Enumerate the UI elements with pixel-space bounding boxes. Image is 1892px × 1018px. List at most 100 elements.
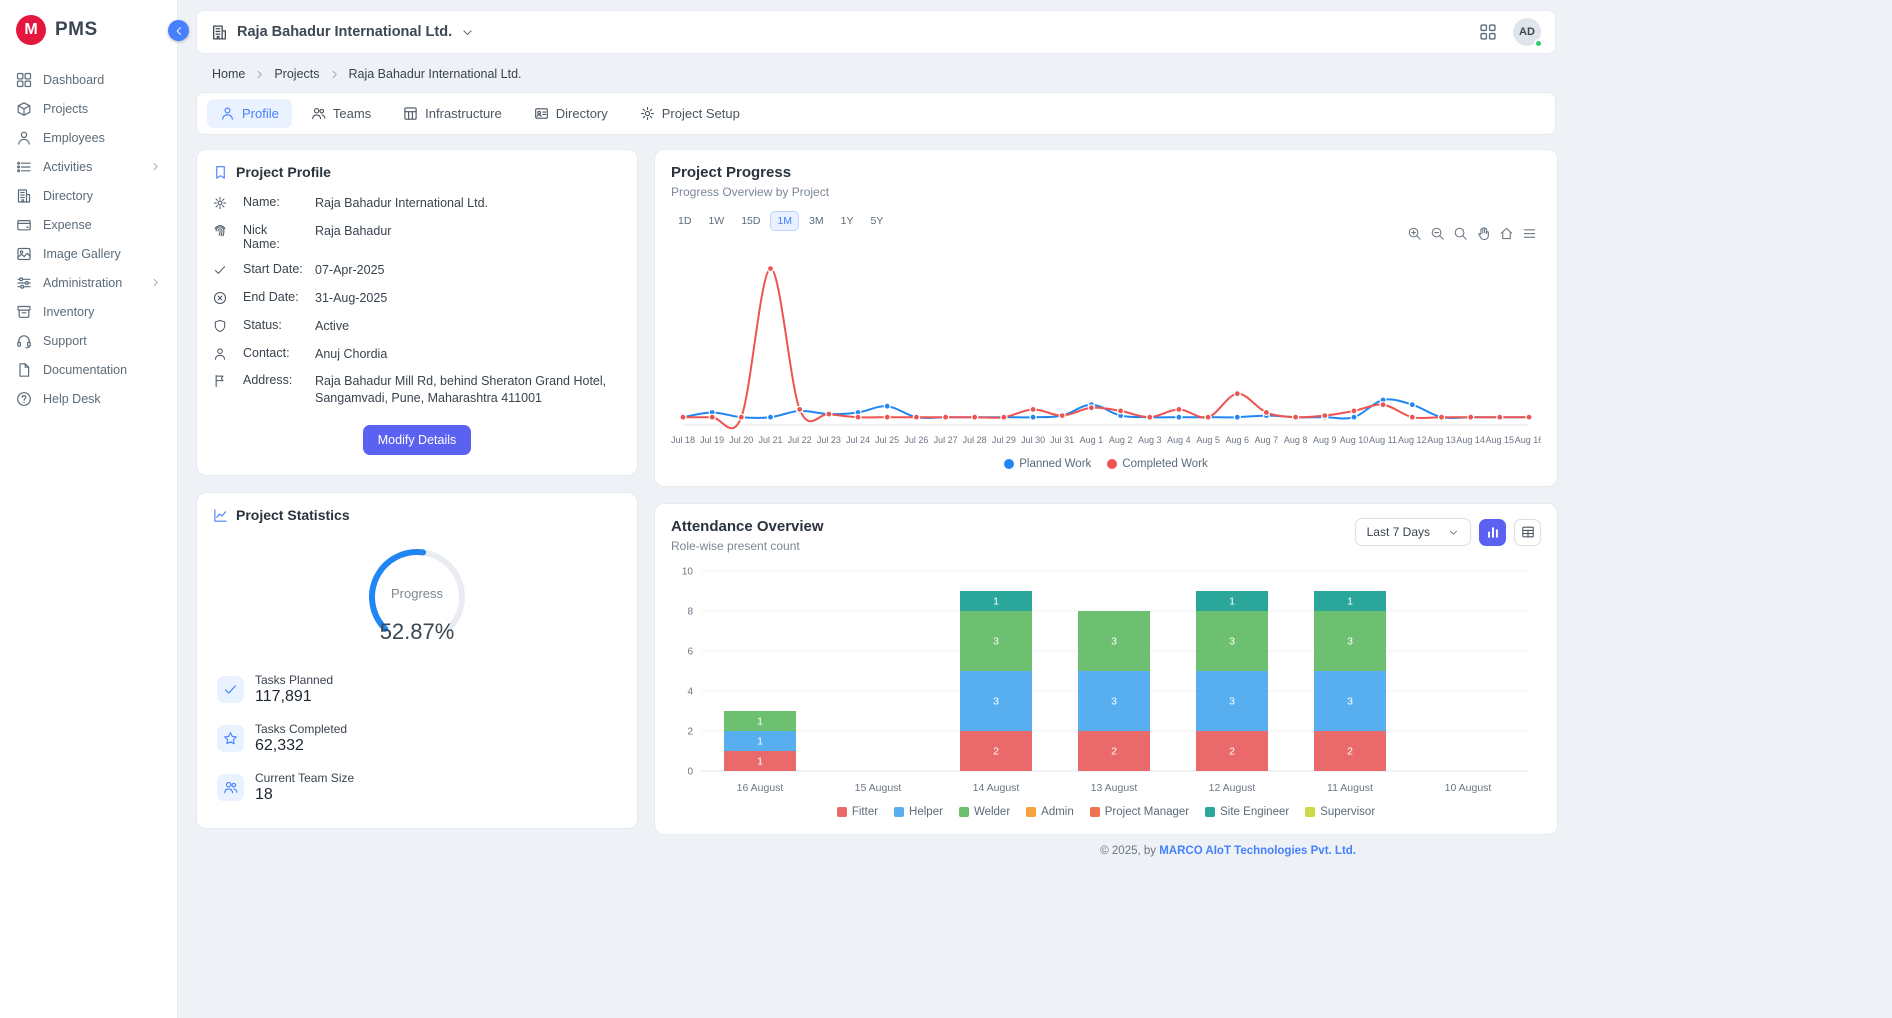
legend-marker [1026,807,1036,817]
zoom-out-icon[interactable] [1430,226,1445,241]
administration-icon [16,275,32,291]
svg-text:11 August: 11 August [1327,782,1373,794]
zoom-in-icon[interactable] [1407,226,1422,241]
range-button-1d[interactable]: 1D [671,211,698,231]
svg-text:4: 4 [687,687,693,698]
range-button-1y[interactable]: 1Y [834,211,861,231]
sidebar-collapse-button[interactable] [168,20,189,41]
legend-item-helper[interactable]: Helper [894,806,943,818]
field-label: Start Date: [243,262,307,276]
chevron-left-icon [173,25,185,37]
company-selector[interactable]: Raja Bahadur International Ltd. [211,24,474,41]
project-statistics-card: Project Statistics Progress52.87% Tasks … [196,492,638,829]
sidebar-item-image-gallery[interactable]: Image Gallery [0,239,177,268]
legend-item-supervisor[interactable]: Supervisor [1305,806,1375,818]
sidebar-item-label: Administration [43,276,122,290]
legend-item-planned-work[interactable]: Planned Work [1004,458,1091,470]
range-button-5y[interactable]: 5Y [863,211,890,231]
teams-tab-icon [311,106,326,121]
tab-infrastructure[interactable]: Infrastructure [390,99,515,128]
profile-field-nick-name: Nick Name:Raja Bahadur [213,223,621,251]
sidebar-item-support[interactable]: Support [0,326,177,355]
tab-profile[interactable]: Profile [207,99,292,128]
brand[interactable]: M PMS [0,0,177,59]
breadcrumb-item[interactable]: Home [212,67,245,81]
svg-text:Jul 29: Jul 29 [992,435,1016,445]
star-icon-badge [217,725,244,752]
days-filter-dropdown[interactable]: Last 7 Days [1355,518,1471,546]
infrastructure-tab-icon [403,106,418,121]
attendance-chart[interactable]: 024681011116 August15 August233114 Augus… [671,561,1541,802]
profile-field-status: Status:Active [213,318,621,335]
legend-item-fitter[interactable]: Fitter [837,806,878,818]
svg-text:3: 3 [993,696,999,708]
tab-teams[interactable]: Teams [298,99,384,128]
modify-details-button[interactable]: Modify Details [363,425,472,455]
range-button-1m[interactable]: 1M [770,211,799,231]
range-button-1w[interactable]: 1W [701,211,731,231]
chevron-right-icon [329,69,340,80]
sidebar-item-directory[interactable]: Directory [0,181,177,210]
svg-text:1: 1 [757,716,763,728]
tab-label: Profile [242,106,279,121]
svg-text:3: 3 [1111,696,1117,708]
profile-tab-icon [220,106,235,121]
table-view-button[interactable] [1514,519,1541,546]
sidebar-item-inventory[interactable]: Inventory [0,297,177,326]
project-progress-chart[interactable]: Jul 18Jul 19Jul 20Jul 21Jul 22Jul 23Jul … [671,239,1541,454]
bar-chart-view-button[interactable] [1479,519,1506,546]
home-icon[interactable] [1499,226,1514,241]
legend-label: Admin [1041,806,1074,818]
profile-field-end-date: End Date:31-Aug-2025 [213,290,621,307]
sidebar-item-employees[interactable]: Employees [0,123,177,152]
svg-text:Jul 30: Jul 30 [1021,435,1045,445]
footer-link[interactable]: MARCO AIoT Technologies Pvt. Ltd. [1159,845,1356,857]
sidebar-item-label: Expense [43,218,92,232]
field-label: Nick Name: [243,223,307,251]
svg-text:10 August: 10 August [1445,782,1492,794]
svg-text:Jul 22: Jul 22 [788,435,812,445]
legend-marker [1107,459,1117,469]
stat-current-team-size: Current Team Size18 [217,770,617,804]
legend-item-welder[interactable]: Welder [959,806,1010,818]
legend-marker [1090,807,1100,817]
breadcrumb-item[interactable]: Projects [274,67,319,81]
sidebar-item-administration[interactable]: Administration [0,268,177,297]
person-icon [213,347,227,361]
attendance-card-subtitle: Role-wise present count [671,539,824,553]
profile-card-title: Project Profile [236,164,331,180]
range-button-3m[interactable]: 3M [802,211,831,231]
field-value: 07-Apr-2025 [315,262,621,279]
menu-icon[interactable] [1522,226,1537,241]
legend-item-project-manager[interactable]: Project Manager [1090,806,1189,818]
apps-grid-icon[interactable] [1479,23,1497,41]
avatar[interactable]: AD [1513,18,1541,46]
svg-text:2: 2 [687,727,693,738]
svg-text:Aug 15: Aug 15 [1486,435,1515,445]
stat-label: Tasks Planned [255,673,333,687]
tab-directory[interactable]: Directory [521,99,621,128]
top-header: Raja Bahadur International Ltd. AD [196,10,1556,54]
legend-marker [1205,807,1215,817]
legend-item-admin[interactable]: Admin [1026,806,1074,818]
project-profile-card: Project Profile Name:Raja Bahadur Intern… [196,149,638,476]
sidebar-item-expense[interactable]: Expense [0,210,177,239]
documentation-icon [16,362,32,378]
sidebar-item-dashboard[interactable]: Dashboard [0,65,177,94]
pan-icon[interactable] [1476,226,1491,241]
tab-project-setup[interactable]: Project Setup [627,99,753,128]
sidebar-item-projects[interactable]: Projects [0,94,177,123]
chevron-right-icon [150,277,161,288]
sidebar-item-documentation[interactable]: Documentation [0,355,177,384]
field-label: Contact: [243,346,307,360]
range-button-15d[interactable]: 15D [734,211,767,231]
svg-text:3: 3 [1347,636,1353,648]
legend-item-site-engineer[interactable]: Site Engineer [1205,806,1289,818]
sidebar-item-help-desk[interactable]: Help Desk [0,384,177,413]
sidebar-item-label: Directory [43,189,93,203]
bookmark-icon [213,165,228,180]
field-value: 31-Aug-2025 [315,290,621,307]
sidebar-item-activities[interactable]: Activities [0,152,177,181]
selection-zoom-icon[interactable] [1453,226,1468,241]
legend-item-completed-work[interactable]: Completed Work [1107,458,1207,470]
